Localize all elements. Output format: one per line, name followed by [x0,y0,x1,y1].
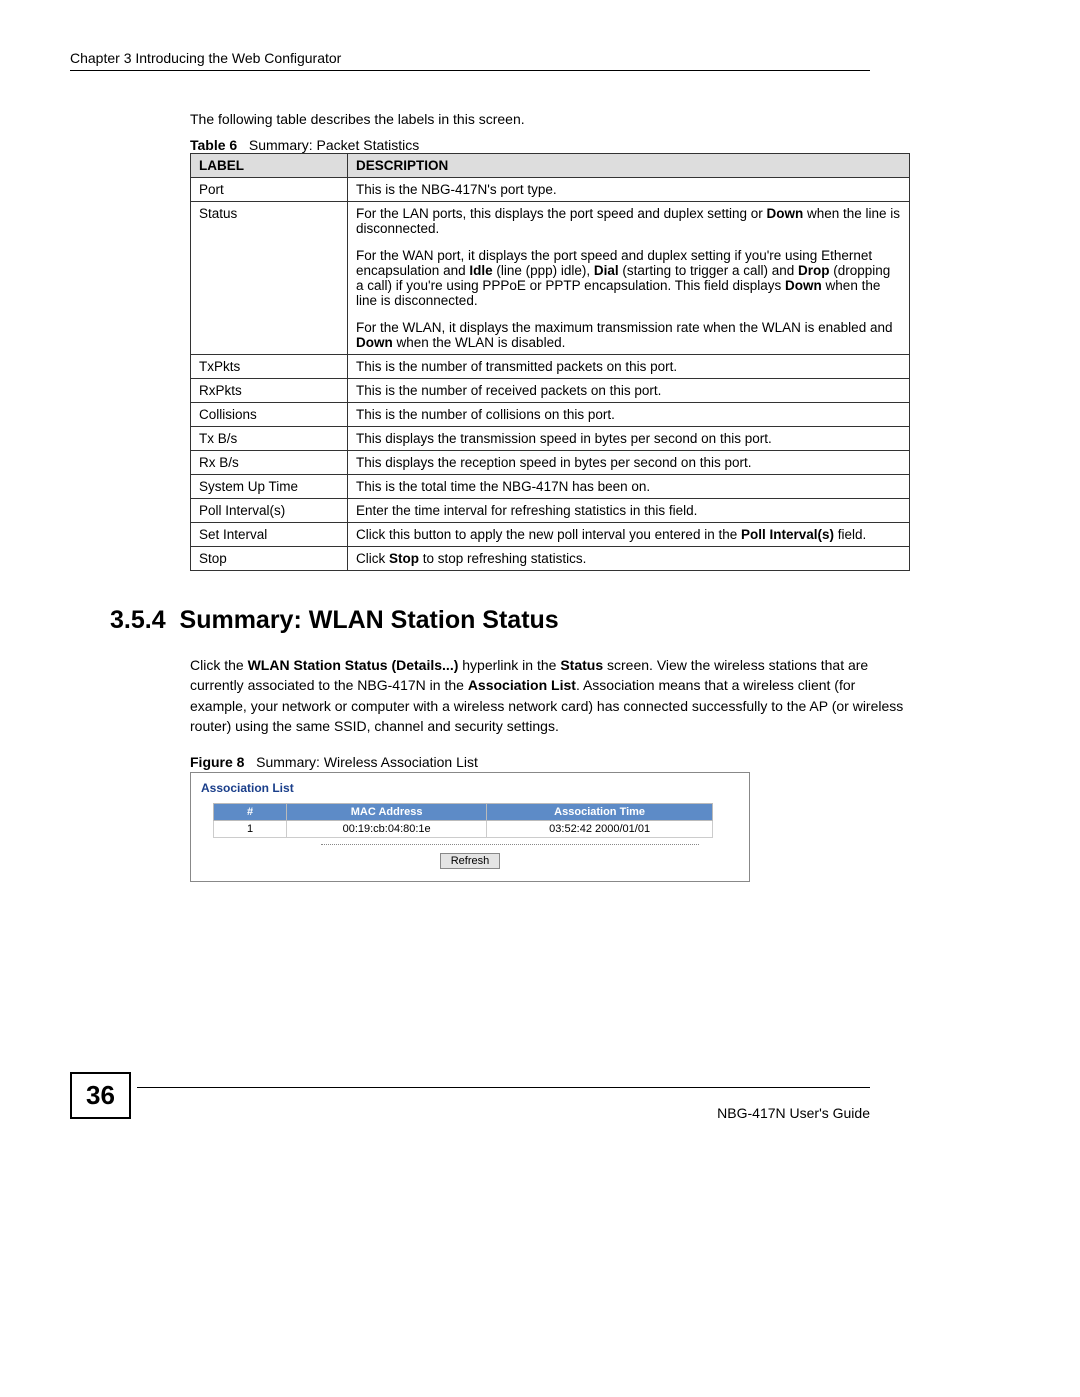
intro-paragraph: The following table describes the labels… [190,111,870,127]
cell-desc: Enter the time interval for refreshing s… [348,499,910,523]
page-header: Chapter 3 Introducing the Web Configurat… [70,50,870,71]
footer-rule [137,1087,870,1088]
cell-desc: This is the number of received packets o… [348,379,910,403]
cell-label: Tx B/s [191,427,348,451]
row-rxpkts: RxPkts This is the number of received pa… [191,379,910,403]
chapter-label: Chapter 3 Introducing the Web Configurat… [70,50,341,66]
section-title: Summary: WLAN Station Status [180,606,559,634]
cell-label: Stop [191,547,348,571]
cell-desc: Click this button to apply the new poll … [348,523,910,547]
table6: LABEL DESCRIPTION Port This is the NBG-4… [190,153,910,571]
guide-name: NBG-417N User's Guide [717,1105,870,1121]
row-collisions: Collisions This is the number of collisi… [191,403,910,427]
figure8-caption-title: Summary: Wireless Association List [256,754,478,770]
association-list-title: Association List [201,781,739,795]
cell-label: System Up Time [191,475,348,499]
table6-header-row: LABEL DESCRIPTION [191,154,910,178]
table6-caption: Table 6 Summary: Packet Statistics [190,137,870,153]
figure8-caption: Figure 8 Summary: Wireless Association L… [190,754,870,770]
cell-desc: For the LAN ports, this displays the por… [348,202,910,355]
table6-caption-title: Summary: Packet Statistics [249,137,419,153]
table6-caption-prefix: Table 6 [190,137,237,153]
row-stop: Stop Click Stop to stop refreshing stati… [191,547,910,571]
row-txbs: Tx B/s This displays the transmission sp… [191,427,910,451]
cell-index: 1 [214,821,287,838]
cell-desc: This is the number of collisions on this… [348,403,910,427]
cell-desc: Click Stop to stop refreshing statistics… [348,547,910,571]
cell-desc: This displays the reception speed in byt… [348,451,910,475]
assoc-header-row: # MAC Address Association Time [214,804,713,821]
figure8-box: Association List # MAC Address Associati… [190,772,750,882]
dotted-separator [321,844,699,845]
cell-label: Status [191,202,348,355]
cell-label: RxPkts [191,379,348,403]
row-port: Port This is the NBG-417N's port type. [191,178,910,202]
cell-label: Set Interval [191,523,348,547]
refresh-button[interactable]: Refresh [440,853,501,869]
association-table: # MAC Address Association Time 1 00:19:c… [213,803,713,838]
th-description: DESCRIPTION [348,154,910,178]
row-uptime: System Up Time This is the total time th… [191,475,910,499]
cell-desc: This displays the transmission speed in … [348,427,910,451]
row-setint: Set Interval Click this button to apply … [191,523,910,547]
row-pollint: Poll Interval(s) Enter the time interval… [191,499,910,523]
assoc-row-1: 1 00:19:cb:04:80:1e 03:52:42 2000/01/01 [214,821,713,838]
figure8-caption-prefix: Figure 8 [190,754,244,770]
th-label: LABEL [191,154,348,178]
cell-label: Poll Interval(s) [191,499,348,523]
cell-desc: This is the total time the NBG-417N has … [348,475,910,499]
cell-label: Rx B/s [191,451,348,475]
th-time: Association Time [487,804,713,821]
row-status: Status For the LAN ports, this displays … [191,202,910,355]
section-number: 3.5.4 [110,606,166,634]
cell-desc: This is the number of transmitted packet… [348,355,910,379]
row-txpkts: TxPkts This is the number of transmitted… [191,355,910,379]
cell-label: Port [191,178,348,202]
row-rxbs: Rx B/s This displays the reception speed… [191,451,910,475]
cell-mac: 00:19:cb:04:80:1e [287,821,487,838]
th-index: # [214,804,287,821]
cell-desc: This is the NBG-417N's port type. [348,178,910,202]
th-mac: MAC Address [287,804,487,821]
cell-label: TxPkts [191,355,348,379]
cell-label: Collisions [191,403,348,427]
page-number: 36 [70,1072,131,1119]
cell-time: 03:52:42 2000/01/01 [487,821,713,838]
section-heading: 3.5.4 Summary: WLAN Station Status [110,606,870,635]
section-paragraph: Click the WLAN Station Status (Details..… [190,655,910,736]
